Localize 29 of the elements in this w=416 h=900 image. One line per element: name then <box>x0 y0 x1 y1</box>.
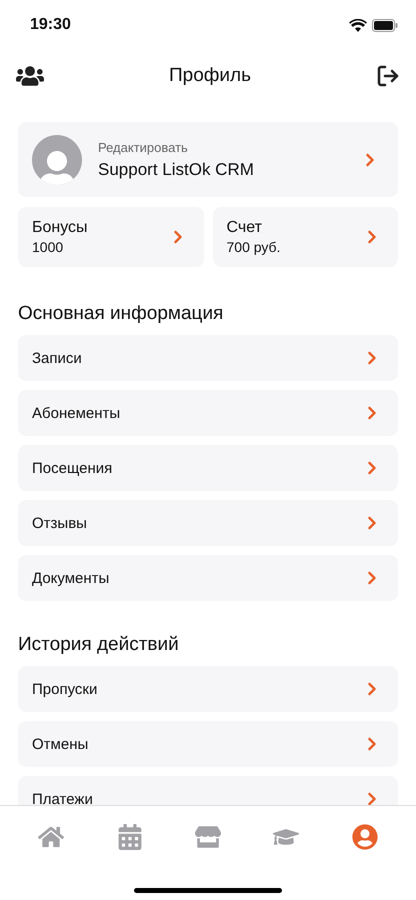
profile-name: Support ListOk CRM <box>98 160 255 180</box>
status-time: 19:30 <box>30 16 71 34</box>
menu-item[interactable]: Пропуски <box>18 666 398 712</box>
home-icon <box>38 824 64 850</box>
calendar-icon <box>116 824 143 850</box>
menu-item[interactable]: Посещения <box>18 445 398 491</box>
balance-label: Счет <box>226 219 263 237</box>
avatar-icon <box>32 134 82 184</box>
section-title: История действий <box>18 634 180 656</box>
balance-card[interactable]: Счет 700 руб. <box>212 207 398 267</box>
menu-item[interactable]: Документы <box>18 555 398 601</box>
battery-icon <box>372 18 398 32</box>
store-icon <box>194 824 221 850</box>
screen-title: Профиль <box>168 65 252 87</box>
wifi-icon <box>349 18 367 32</box>
menu-item[interactable]: Платежи <box>18 776 398 805</box>
profile-icon <box>352 824 378 850</box>
section-title: Основная информация <box>18 303 224 325</box>
edit-caption: Редактировать <box>98 140 189 154</box>
menu-item[interactable]: Записи <box>18 335 398 381</box>
menu-item[interactable]: Отзывы <box>18 500 398 546</box>
menu-item[interactable]: Отмены <box>18 721 398 767</box>
balance-card[interactable]: Бонусы 1000 <box>18 207 204 267</box>
balance-value: 700 руб. <box>226 239 282 255</box>
menu-item[interactable]: Абонементы <box>18 390 398 436</box>
balance-value: 1000 <box>32 239 64 255</box>
profile-card[interactable]: Редактировать Support ListOk CRM <box>18 122 398 197</box>
balance-label: Бонусы <box>32 219 89 237</box>
logout-icon[interactable] <box>376 64 400 88</box>
